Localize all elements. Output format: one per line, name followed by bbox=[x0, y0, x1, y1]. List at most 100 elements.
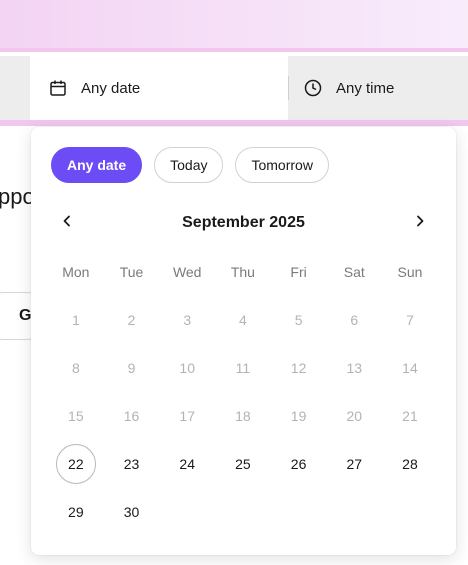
prev-month-button[interactable] bbox=[51, 207, 83, 239]
empty-day-cell bbox=[159, 488, 215, 536]
weekday-label: Sat bbox=[343, 264, 365, 280]
chip-today[interactable]: Today bbox=[154, 147, 224, 183]
chevron-left-icon bbox=[61, 214, 73, 232]
day-number: 29 bbox=[68, 504, 84, 520]
day-number: 22 bbox=[55, 444, 96, 484]
day-number: 16 bbox=[123, 408, 140, 424]
day-number: 28 bbox=[402, 456, 418, 472]
day-number: 26 bbox=[290, 456, 307, 472]
calendar-day[interactable]: 27 bbox=[326, 440, 382, 488]
day-number: 17 bbox=[179, 408, 195, 424]
empty-day-label bbox=[223, 492, 263, 532]
month-title: September 2025 bbox=[182, 214, 305, 231]
header-gradient bbox=[0, 0, 468, 52]
calendar-week-row: 8 9 10 11 12 13 14 bbox=[48, 344, 438, 392]
calendar-day-disabled: 14 bbox=[382, 344, 438, 392]
calendar-day-disabled: 1 bbox=[48, 296, 104, 344]
weekday-header-row: Mon Tue Wed Thu Fri Sat Sun bbox=[48, 248, 438, 296]
day-number: 5 bbox=[294, 312, 303, 328]
day-number: 3 bbox=[183, 312, 192, 328]
day-number: 13 bbox=[346, 360, 363, 376]
empty-day-cell bbox=[382, 488, 438, 536]
chip-tomorrow[interactable]: Tomorrow bbox=[235, 147, 329, 183]
calendar-day-disabled: 5 bbox=[271, 296, 327, 344]
empty-day-cell bbox=[215, 488, 271, 536]
calendar-weeks: 1 2 3 4 5 6 7 8 9 10 11 12 13 14 15 16 17 18 19 20 21 22 23 24 2… bbox=[48, 296, 438, 536]
weekday-label: Thu bbox=[230, 264, 255, 280]
day-number: 8 bbox=[71, 360, 80, 376]
calendar-day[interactable]: 23 bbox=[104, 440, 160, 488]
calendar-day[interactable]: 24 bbox=[159, 440, 215, 488]
quick-date-chips: Any date Today Tomorrow bbox=[51, 147, 329, 183]
calendar-day-today[interactable]: 22 bbox=[48, 440, 104, 488]
time-field-label: Any time bbox=[336, 79, 395, 97]
day-number: 4 bbox=[239, 312, 247, 328]
date-field-label: Any date bbox=[81, 79, 141, 97]
day-number: 14 bbox=[402, 360, 418, 376]
empty-day-label bbox=[167, 492, 207, 532]
chip-any-date[interactable]: Any date bbox=[51, 147, 143, 183]
calendar-day-disabled: 3 bbox=[159, 296, 215, 344]
background-button-label: G bbox=[19, 307, 32, 324]
time-field[interactable]: Any time bbox=[288, 56, 468, 120]
calendar-day-disabled: 19 bbox=[271, 392, 327, 440]
calendar-week-row: 15 16 17 18 19 20 21 bbox=[48, 392, 438, 440]
calendar-day-disabled: 7 bbox=[382, 296, 438, 344]
calendar-day[interactable]: 26 bbox=[271, 440, 327, 488]
calendar-day-disabled: 13 bbox=[326, 344, 382, 392]
day-number: 24 bbox=[179, 456, 195, 472]
calendar-grid: Mon Tue Wed Thu Fri Sat Sun 1 2 3 4 5 6 7 8 9 10 1… bbox=[48, 248, 438, 536]
day-number: 20 bbox=[346, 408, 363, 424]
search-bar-accent-strip bbox=[0, 120, 468, 126]
day-number: 27 bbox=[346, 456, 363, 472]
day-number: 30 bbox=[123, 504, 140, 520]
calendar-day-disabled: 18 bbox=[215, 392, 271, 440]
calendar-day-disabled: 11 bbox=[215, 344, 271, 392]
day-number: 2 bbox=[127, 312, 136, 328]
month-navigation: September 2025 bbox=[51, 207, 436, 239]
day-number: 6 bbox=[350, 312, 359, 328]
weekday-label: Fri bbox=[290, 264, 307, 280]
empty-day-label bbox=[334, 492, 374, 532]
calendar-icon bbox=[49, 79, 67, 97]
calendar-day-disabled: 12 bbox=[271, 344, 327, 392]
calendar-week-row: 29 30 bbox=[48, 488, 438, 536]
day-number: 21 bbox=[402, 408, 418, 424]
calendar-day-disabled: 17 bbox=[159, 392, 215, 440]
calendar-day[interactable]: 25 bbox=[215, 440, 271, 488]
empty-day-cell bbox=[271, 488, 327, 536]
day-number: 18 bbox=[235, 408, 251, 424]
next-month-button[interactable] bbox=[404, 207, 436, 239]
calendar-day-disabled: 6 bbox=[326, 296, 382, 344]
day-number: 10 bbox=[179, 360, 195, 376]
day-number: 1 bbox=[71, 312, 80, 328]
calendar-day[interactable]: 30 bbox=[104, 488, 160, 536]
day-number: 9 bbox=[127, 360, 136, 376]
calendar-day-disabled: 21 bbox=[382, 392, 438, 440]
calendar-day-disabled: 10 bbox=[159, 344, 215, 392]
calendar-week-row: 22 23 24 25 26 27 28 bbox=[48, 440, 438, 488]
calendar-day-disabled: 16 bbox=[104, 392, 160, 440]
calendar-day-disabled: 2 bbox=[104, 296, 160, 344]
day-number: 11 bbox=[235, 360, 251, 376]
calendar-week-row: 1 2 3 4 5 6 7 bbox=[48, 296, 438, 344]
empty-day-label bbox=[279, 492, 319, 532]
date-picker-popover: Any date Today Tomorrow September 2025 M… bbox=[31, 127, 456, 555]
weekday-label: Sun bbox=[397, 264, 423, 280]
empty-day-cell bbox=[326, 488, 382, 536]
calendar-day[interactable]: 29 bbox=[48, 488, 104, 536]
empty-day-label bbox=[390, 492, 430, 532]
day-number: 19 bbox=[290, 408, 307, 424]
day-number: 12 bbox=[290, 360, 307, 376]
calendar-day-disabled: 4 bbox=[215, 296, 271, 344]
date-field[interactable]: Any date bbox=[30, 56, 288, 120]
calendar-day[interactable]: 28 bbox=[382, 440, 438, 488]
day-number: 15 bbox=[68, 408, 84, 424]
day-number: 23 bbox=[123, 456, 140, 472]
calendar-day-disabled: 9 bbox=[104, 344, 160, 392]
weekday-label: Wed bbox=[172, 264, 202, 280]
clock-icon bbox=[304, 79, 322, 97]
day-number: 7 bbox=[406, 312, 414, 328]
calendar-day-disabled: 15 bbox=[48, 392, 104, 440]
calendar-day-disabled: 8 bbox=[48, 344, 104, 392]
